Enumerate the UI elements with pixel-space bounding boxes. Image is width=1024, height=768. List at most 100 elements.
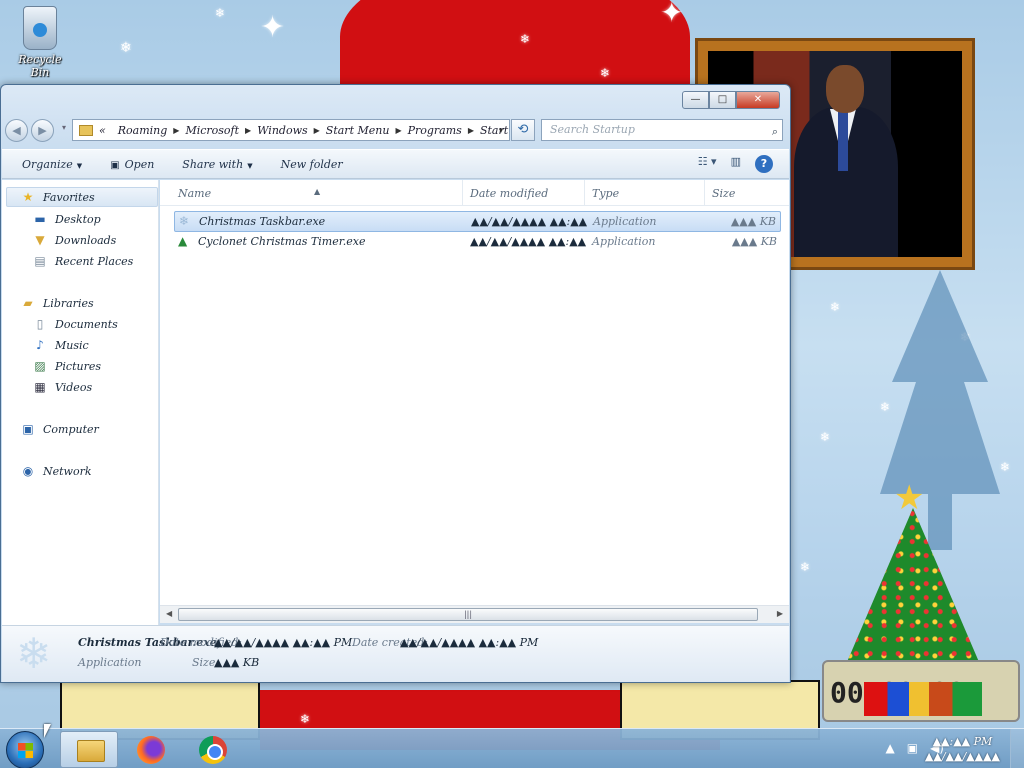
recycle-bin-label: Recycle Bin (18, 53, 62, 79)
open-app-icon: ▣ (110, 159, 120, 171)
sort-ascending-icon: ▲ (314, 187, 321, 196)
help-icon[interactable]: ? (755, 155, 773, 173)
breadcrumb-overflow[interactable]: « (99, 124, 106, 137)
sidebar-item-label: Network (43, 464, 92, 478)
recycle-bin-desktop-icon[interactable]: Recycle Bin (12, 6, 68, 79)
search-input[interactable]: Search Startup ⌕ (541, 119, 783, 141)
refresh-icon[interactable]: ⟲ (511, 119, 535, 141)
tree-star-icon: ★ (894, 478, 925, 518)
details-type: Application (78, 656, 142, 669)
chevron-down-icon: ▼ (247, 161, 253, 170)
column-header-row: ▲ Name Date modified Type Size (160, 180, 789, 206)
recent-places-icon: ▤ (34, 254, 46, 268)
sidebar-item-label: Computer (43, 422, 99, 436)
taskbar-explorer-button[interactable] (60, 731, 118, 768)
new-folder-button[interactable]: New folder (277, 155, 347, 174)
portrait-figure (826, 65, 864, 113)
firefox-icon (137, 736, 165, 764)
snowflake-decoration: ❄ (300, 712, 311, 726)
breadcrumb-arrow-icon[interactable]: ▶ (314, 126, 320, 135)
christmas-tree-decoration (838, 508, 988, 683)
clock-time: ▲▲:▲▲ PM (932, 735, 993, 748)
snowflake-decoration: ❄ (830, 300, 841, 314)
folder-icon (77, 740, 105, 762)
sidebar-item-documents[interactable]: ▯ Documents (32, 317, 118, 331)
libraries-icon: ▰ (23, 296, 33, 310)
show-hidden-icons-icon[interactable]: ▲ (886, 741, 895, 755)
forward-button[interactable]: ▶ (31, 119, 54, 142)
scroll-right-icon[interactable]: ▶ (777, 609, 783, 618)
breadcrumb-arrow-icon[interactable]: ▶ (173, 126, 179, 135)
address-bar[interactable]: « Roaming ▶ Microsoft ▶ Windows ▶ Start … (72, 119, 510, 141)
sidebar-item-label: Desktop (55, 212, 101, 226)
taskbar-clock[interactable]: ▲▲:▲▲ PM ▲▲/▲▲/▲▲▲▲ (925, 734, 1000, 764)
scroll-left-icon[interactable]: ◀ (166, 609, 172, 618)
details-pane: ❄ Christmas Taskbar.exe Date modified: ▲… (2, 625, 789, 682)
file-row[interactable]: ▲ Cyclonet Christmas Timer.exe ▲▲/▲▲/▲▲▲… (174, 232, 781, 253)
breadcrumb-arrow-icon[interactable]: ▶ (395, 126, 401, 135)
breadcrumb-arrow-icon[interactable]: ▶ (245, 126, 251, 135)
column-divider[interactable] (704, 180, 705, 206)
file-date: ▲▲/▲▲/▲▲▲▲ ▲▲:▲▲ (470, 235, 587, 248)
search-icon[interactable]: ⌕ (772, 122, 778, 142)
sidebar-item-computer[interactable]: ▣ Computer (20, 422, 99, 436)
breadcrumb-item[interactable]: Startup (480, 124, 509, 137)
open-button[interactable]: ▣ Open (106, 155, 158, 174)
sidebar-item-music[interactable]: ♪ Music (32, 338, 89, 352)
close-button[interactable]: ✕ (736, 91, 780, 109)
address-dropdown-icon[interactable]: ▾ (499, 126, 503, 135)
maximize-button[interactable]: □ (709, 91, 736, 109)
details-size-value: ▲▲▲ KB (214, 656, 260, 669)
horizontal-scrollbar[interactable]: ◀ ||| ▶ (160, 605, 789, 623)
back-button[interactable]: ◀ (5, 119, 28, 142)
show-desktop-button[interactable] (1010, 729, 1024, 768)
file-name: Christmas Taskbar.exe (199, 215, 326, 228)
column-header-type[interactable]: Type (592, 187, 619, 200)
sidebar-item-desktop[interactable]: ▬ Desktop (32, 212, 101, 226)
taskbar-chrome-button[interactable] (184, 731, 242, 768)
column-header-name[interactable]: Name (178, 187, 211, 200)
sidebar-item-favorites[interactable]: ★ Favorites (20, 190, 95, 204)
taskbar-firefox-button[interactable] (122, 731, 180, 768)
sidebar-item-libraries[interactable]: ▰ Libraries (20, 296, 93, 310)
file-type: Application (592, 235, 656, 248)
snowflake-decoration: ❄ (520, 32, 531, 46)
file-list: ▲ Name Date modified Type Size ❄ Christm… (160, 180, 789, 605)
column-header-size[interactable]: Size (712, 187, 735, 200)
preview-pane-icon[interactable]: ▥ (731, 155, 741, 173)
start-button[interactable] (6, 731, 44, 768)
breadcrumb-item[interactable]: Programs (408, 124, 462, 137)
file-row[interactable]: ❄ Christmas Taskbar.exe ▲▲/▲▲/▲▲▲▲ ▲▲:▲▲… (174, 211, 781, 232)
organize-button[interactable]: Organize ▼ (18, 155, 86, 174)
network-icon: ◉ (22, 464, 34, 478)
breadcrumb-item[interactable]: Microsoft (185, 124, 239, 137)
christmas-timer-gadget[interactable]: 00 00 00 (822, 660, 1020, 722)
sidebar-item-videos[interactable]: ▦ Videos (32, 380, 92, 394)
snowflake-decoration: ❄ (120, 40, 132, 56)
breadcrumb-arrow-icon[interactable]: ▶ (468, 126, 474, 135)
breadcrumb-item[interactable]: Start Menu (326, 124, 390, 137)
sidebar-item-label: Recent Places (55, 254, 134, 268)
portrait-figure (838, 111, 848, 171)
chevron-down-icon: ▼ (76, 161, 83, 170)
column-divider[interactable] (584, 180, 585, 206)
snowflake-icon: ❄ (16, 629, 52, 678)
scrollbar-thumb[interactable]: ||| (178, 608, 758, 621)
sidebar-item-recent-places[interactable]: ▤ Recent Places (32, 254, 133, 268)
view-options-icon[interactable]: ☷ ▾ (698, 155, 717, 173)
breadcrumb-item[interactable]: Windows (257, 124, 307, 137)
sidebar-item-network[interactable]: ◉ Network (20, 464, 92, 478)
minimize-button[interactable]: — (682, 91, 709, 109)
column-divider[interactable] (462, 180, 463, 206)
sidebar-item-pictures[interactable]: ▨ Pictures (32, 359, 101, 373)
sidebar-item-label: Documents (55, 317, 118, 331)
network-icon[interactable]: ▣ (907, 741, 918, 755)
column-header-date-modified[interactable]: Date modified (470, 187, 548, 200)
share-with-button[interactable]: Share with ▼ (178, 155, 256, 174)
sidebar-item-downloads[interactable]: ▼ Downloads (32, 233, 116, 247)
music-icon: ♪ (36, 338, 44, 352)
recent-pages-dropdown[interactable]: ▾ (62, 123, 66, 132)
view-controls: ☷ ▾ ▥ ? (698, 155, 773, 173)
videos-icon: ▦ (34, 380, 46, 394)
breadcrumb-item[interactable]: Roaming (118, 124, 168, 137)
